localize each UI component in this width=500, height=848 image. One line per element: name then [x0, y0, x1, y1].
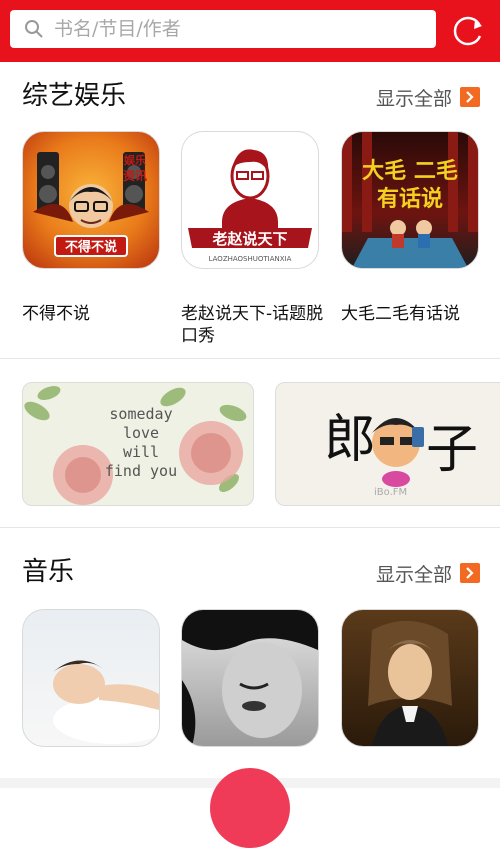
show-all-button[interactable]: 显示全部	[376, 558, 480, 588]
divider	[0, 527, 500, 528]
cover-text: 老赵说天下	[211, 230, 287, 248]
banner-watermark: iBo.FM	[374, 487, 408, 498]
chevron-right-icon	[460, 87, 480, 107]
floating-play-button[interactable]	[210, 768, 290, 848]
program-cover	[22, 609, 160, 747]
banner-card[interactable]: 郎 子 iBo.FM	[275, 382, 500, 506]
cover-text: 大毛 二毛	[362, 159, 458, 184]
section-header-variety: 综艺娱乐 显示全部	[0, 76, 500, 116]
banner-text: 子	[426, 420, 479, 480]
program-card[interactable]	[22, 609, 160, 747]
program-cover: 不得不说 娱乐 资讯	[22, 131, 160, 269]
refresh-icon	[453, 16, 482, 46]
search-icon	[25, 20, 43, 38]
banner-text: 郎	[324, 410, 377, 470]
section-title: 综艺娱乐	[22, 81, 127, 111]
search-input[interactable]	[52, 17, 416, 41]
program-card[interactable]	[181, 609, 319, 747]
show-all-label: 显示全部	[375, 87, 452, 110]
divider	[0, 358, 500, 359]
cover-text: LAOZHAOSHUOTIANXIA	[209, 255, 292, 263]
program-card[interactable]: 老赵说天下 LAOZHAOSHUOTIANXIA 老赵说天下-话题脱口秀	[181, 131, 323, 347]
program-cover: 老赵说天下 LAOZHAOSHUOTIANXIA	[181, 131, 319, 269]
cover-text: 娱乐	[124, 153, 146, 167]
section-header-music: 音乐 显示全部	[0, 552, 500, 592]
show-all-button[interactable]: 显示全部	[376, 82, 480, 112]
program-card[interactable]	[341, 609, 479, 747]
cover-text: 资讯	[123, 168, 147, 183]
banner-text: someday love will find you	[104, 405, 178, 480]
show-all-label: 显示全部	[375, 563, 452, 586]
program-title: 不得不说	[22, 304, 90, 324]
program-title: 大毛二毛有话说	[341, 304, 460, 324]
program-cover	[341, 609, 479, 747]
program-cover	[181, 609, 319, 747]
search-box[interactable]	[10, 10, 436, 48]
chevron-right-icon	[460, 563, 480, 583]
top-bar	[0, 0, 500, 62]
program-card[interactable]: 不得不说 娱乐 资讯 不得不说	[22, 131, 160, 325]
program-title: 老赵说天下-话题脱口秀	[181, 304, 324, 346]
section-title: 音乐	[22, 557, 75, 587]
banner-card[interactable]: someday love will find you	[22, 382, 254, 506]
cover-text: 不得不说	[65, 239, 117, 255]
cover-text: 有话说	[377, 186, 443, 212]
refresh-button[interactable]	[448, 10, 488, 50]
program-card[interactable]: 大毛 二毛 有话说 大毛二毛有话说	[341, 131, 479, 325]
program-cover: 大毛 二毛 有话说	[341, 131, 479, 269]
